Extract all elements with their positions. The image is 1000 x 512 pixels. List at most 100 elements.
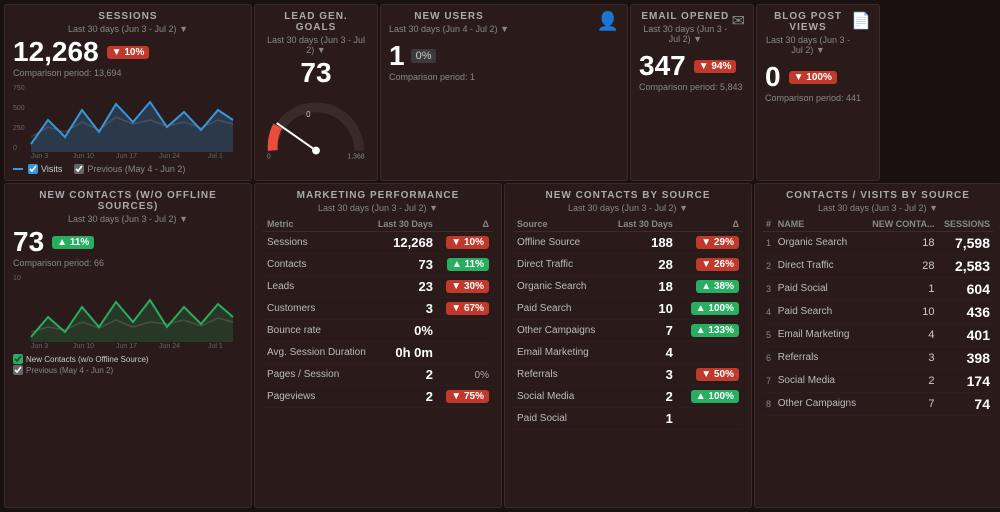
blog-title: BLOG POST VIEWS	[765, 11, 851, 33]
metric-value: 0%	[372, 320, 437, 342]
row-name: Other Campaigns	[775, 393, 865, 416]
source-name: Paid Search	[513, 298, 608, 320]
row-contacts: 1	[865, 278, 938, 301]
row-name: Paid Social	[775, 278, 865, 301]
source-value: 7	[608, 320, 677, 342]
row-contacts: 10	[865, 301, 938, 324]
email-opened-panel: EMAIL OPENED Last 30 days (Jun 3 - Jul 2…	[630, 4, 754, 181]
perf-badge: ▼ 10%	[446, 236, 489, 249]
metric-name: Sessions	[263, 232, 372, 254]
metric-delta: ▲ 11%	[437, 254, 493, 276]
metric-delta: ▼ 10%	[437, 232, 493, 254]
row-name: Referrals	[775, 347, 865, 370]
last30-col: Last 30 Days	[608, 217, 677, 232]
blog-icon: 📄	[851, 11, 871, 59]
perf-badge: 0%	[475, 370, 489, 381]
source-col: Source	[513, 217, 608, 232]
blog-value: 0	[765, 63, 781, 91]
svg-text:500: 500	[13, 105, 25, 112]
source-name: Offline Source	[513, 232, 608, 254]
source-value: 188	[608, 232, 677, 254]
source-row: Paid Search 10 ▲ 100%	[513, 298, 743, 320]
row-contacts: 18	[865, 232, 938, 255]
lead-gen-panel: LEAD GEN. GOALS Last 30 days (Jun 3 - Ju…	[254, 4, 378, 181]
source-row: Social Media 2 ▲ 100%	[513, 386, 743, 408]
source-name: Direct Traffic	[513, 254, 608, 276]
row-num: 8	[763, 393, 775, 416]
svg-text:Jun 3: Jun 3	[31, 343, 48, 350]
marketing-row: Pageviews 2 ▼ 75%	[263, 386, 493, 408]
source-table: Source Last 30 Days Δ Offline Source 188…	[513, 217, 743, 430]
perf-badge: ▼ 30%	[446, 280, 489, 293]
source-delta: ▼ 29%	[677, 232, 743, 254]
svg-text:0: 0	[306, 110, 311, 119]
visits-row: 6 Referrals 3 398	[763, 347, 993, 370]
marketing-row: Sessions 12,268 ▼ 10%	[263, 232, 493, 254]
svg-text:250: 250	[13, 125, 25, 132]
source-delta: ▼ 26%	[677, 254, 743, 276]
new-contacts-panel: NEW CONTACTS (W/O OFFLINE SOURCES) Last …	[4, 183, 252, 508]
source-row: Paid Social 1	[513, 408, 743, 430]
source-delta: ▲ 38%	[677, 276, 743, 298]
source-name: Social Media	[513, 386, 608, 408]
new-contacts-legend: New Contacts (w/o Offline Source)	[13, 354, 243, 364]
row-name: Paid Search	[775, 301, 865, 324]
sessions-comparison: Comparison period: 13,694	[13, 68, 243, 78]
metric-delta: ▼ 67%	[437, 298, 493, 320]
source-badge: ▲ 100%	[691, 302, 739, 315]
contacts-by-source-panel: NEW CONTACTS BY SOURCE Last 30 days (Jun…	[504, 183, 752, 508]
svg-text:Jun 10: Jun 10	[73, 153, 94, 160]
lead-gen-title: LEAD GEN. GOALS	[263, 11, 369, 33]
visits-row: 1 Organic Search 18 7,598	[763, 232, 993, 255]
sessions-badge: ▼ 10%	[107, 46, 150, 59]
num-col: #	[763, 217, 775, 232]
metric-name: Pageviews	[263, 386, 372, 408]
source-delta: ▲ 100%	[677, 298, 743, 320]
row-num: 3	[763, 278, 775, 301]
svg-text:Jun 17: Jun 17	[116, 153, 137, 160]
sessions-chart: 750 500 250 0 Jun 3 Jun 10 Jun 17 Jun 24…	[13, 82, 243, 162]
svg-text:Jun 10: Jun 10	[73, 343, 94, 350]
source-value: 1	[608, 408, 677, 430]
row-num: 2	[763, 255, 775, 278]
contacts-checkbox[interactable]	[13, 354, 23, 364]
svg-text:Jul 1: Jul 1	[208, 343, 223, 350]
metric-delta: ▼ 75%	[437, 386, 493, 408]
contacts-prev-checkbox[interactable]	[13, 365, 23, 375]
email-title: EMAIL OPENED	[639, 11, 732, 22]
source-name: Referrals	[513, 364, 608, 386]
marketing-performance-panel: MARKETING PERFORMANCE Last 30 days (Jun …	[254, 183, 502, 508]
svg-text:1,368: 1,368	[347, 153, 364, 159]
row-num: 7	[763, 370, 775, 393]
svg-text:Jun 24: Jun 24	[159, 343, 180, 350]
source-badge: ▼ 29%	[696, 236, 739, 249]
marketing-row: Contacts 73 ▲ 11%	[263, 254, 493, 276]
source-delta	[677, 342, 743, 364]
lead-gen-value: 73	[300, 57, 331, 88]
metric-name: Customers	[263, 298, 372, 320]
visits-checkbox[interactable]	[28, 164, 38, 174]
row-num: 1	[763, 232, 775, 255]
source-row: Email Marketing 4	[513, 342, 743, 364]
metric-value: 2	[372, 364, 437, 386]
source-value: 4	[608, 342, 677, 364]
row-sessions: 2,583	[938, 255, 993, 278]
source-name: Organic Search	[513, 276, 608, 298]
row-contacts: 3	[865, 347, 938, 370]
perf-badge: ▲ 11%	[447, 258, 489, 271]
new-users-value: 1	[389, 42, 405, 70]
svg-text:0: 0	[267, 153, 271, 159]
source-value: 28	[608, 254, 677, 276]
source-delta: ▲ 100%	[677, 386, 743, 408]
source-delta: ▲ 133%	[677, 320, 743, 342]
metric-name: Avg. Session Duration	[263, 342, 372, 364]
new-users-title: NEW USERS	[389, 11, 509, 22]
perf-badge: ▼ 67%	[446, 302, 489, 315]
marketing-table: Metric Last 30 Days Δ Sessions 12,268 ▼ …	[263, 217, 493, 408]
visits-row: 5 Email Marketing 4 401	[763, 324, 993, 347]
previous-checkbox[interactable]	[74, 164, 84, 174]
source-name: Email Marketing	[513, 342, 608, 364]
metric-value: 3	[372, 298, 437, 320]
visits-row: 7 Social Media 2 174	[763, 370, 993, 393]
source-row: Organic Search 18 ▲ 38%	[513, 276, 743, 298]
